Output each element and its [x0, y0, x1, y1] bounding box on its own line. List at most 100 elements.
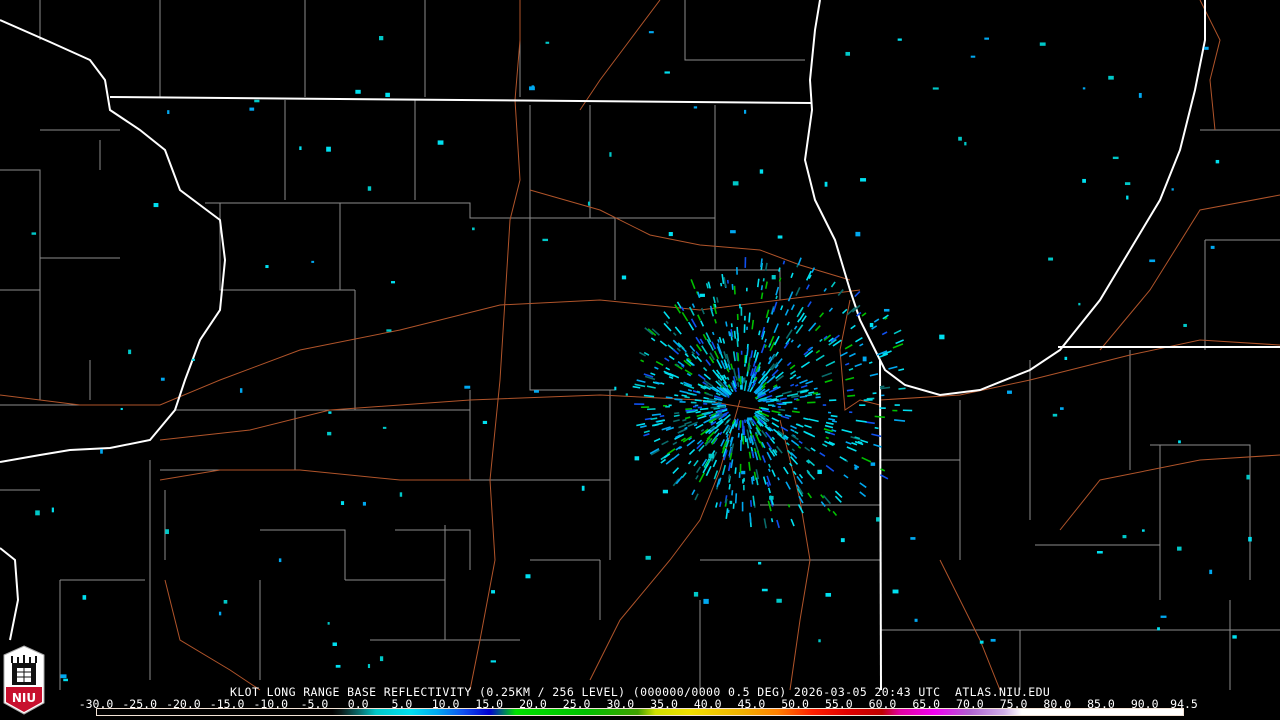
road — [879, 339, 1280, 401]
radar-echo — [1039, 42, 1046, 46]
radar-echo — [789, 364, 796, 370]
radar-echo — [760, 292, 764, 300]
radar-echo — [791, 410, 800, 414]
radar-echo — [730, 459, 734, 469]
radar-echo — [759, 169, 764, 174]
radar-echo — [843, 474, 849, 479]
radar-echo — [841, 308, 848, 315]
radar-echo — [964, 141, 967, 146]
radar-echo — [758, 330, 761, 336]
radar-echo — [771, 436, 776, 441]
radar-echo — [1082, 87, 1086, 90]
radar-echo — [700, 320, 705, 327]
radar-echo — [379, 36, 384, 41]
radar-echo — [734, 493, 738, 504]
radar-echo — [1060, 407, 1064, 410]
radar-echo — [128, 349, 132, 355]
radar-echo — [730, 443, 735, 454]
radar-echo — [810, 447, 816, 452]
radar-echo — [755, 433, 761, 444]
radar-echo — [834, 495, 842, 503]
radar-echo — [778, 408, 786, 412]
radar-echo — [830, 281, 836, 288]
state-boundaries — [0, 0, 1280, 691]
radar-echo — [798, 473, 804, 479]
radar-echo — [752, 495, 756, 506]
radar-echo — [716, 478, 721, 488]
radar-echo — [713, 428, 720, 434]
radar-echo — [694, 493, 699, 501]
radar-echo — [880, 386, 891, 390]
radar-echo — [673, 414, 680, 418]
radar-echo — [686, 439, 696, 447]
radar-echo — [737, 352, 740, 362]
radar-echo — [718, 412, 723, 416]
radar-echo — [824, 430, 831, 435]
radar-echo — [713, 350, 720, 360]
radar-echo — [790, 272, 794, 279]
radar-echo — [239, 388, 243, 393]
radar-echo — [682, 418, 687, 422]
radar-echo — [727, 363, 731, 370]
road — [529, 189, 851, 281]
radar-echo — [153, 203, 159, 208]
road — [164, 579, 261, 691]
radar-echo — [223, 599, 228, 604]
radar-echo — [1108, 75, 1114, 80]
radar-echo — [703, 396, 709, 400]
radar-echo — [760, 407, 769, 411]
road — [939, 559, 1001, 691]
radar-echo — [785, 329, 793, 340]
radar-echo — [712, 459, 718, 468]
radar-echo — [705, 283, 709, 289]
radar-echo — [362, 501, 366, 506]
radar-echo — [851, 442, 858, 446]
radar-echo — [766, 481, 770, 487]
radar-echo — [845, 51, 851, 56]
radar-echo — [778, 277, 782, 282]
radar-echo — [782, 401, 793, 404]
radar-echo — [749, 430, 752, 434]
radar-echo — [939, 334, 945, 340]
radar-echo — [249, 107, 255, 111]
radar-echo — [854, 363, 862, 368]
radar-echo — [771, 469, 776, 477]
radar-echo — [761, 429, 768, 438]
radar-echo — [684, 420, 692, 425]
radar-echo — [685, 407, 693, 411]
radar-echo — [749, 500, 753, 507]
radar-echo — [855, 336, 863, 343]
radar-echo — [747, 417, 752, 421]
radar-echo — [786, 361, 792, 367]
radar-echo — [625, 393, 628, 396]
radar-echo — [763, 518, 767, 529]
radar-echo — [609, 152, 612, 157]
radar-echo — [700, 307, 705, 315]
radar-echo — [693, 423, 698, 427]
radar-echo — [666, 448, 676, 455]
radar-echo — [703, 598, 709, 604]
radar-echo — [699, 293, 705, 297]
radar-echo — [715, 502, 718, 508]
radar-echo — [895, 339, 904, 345]
radar-echo — [744, 435, 747, 443]
radar-echo — [771, 417, 780, 422]
radar-echo — [665, 367, 671, 371]
radar-echo — [736, 338, 739, 347]
radar-echo — [542, 238, 549, 242]
radar-echo — [581, 485, 585, 491]
radar-echo — [650, 372, 656, 376]
radar-echo — [696, 390, 701, 394]
radar-echo — [750, 350, 754, 358]
radar-echo — [705, 392, 714, 397]
radar-echo — [167, 110, 170, 115]
radar-echo — [868, 361, 873, 365]
radar-echo — [865, 421, 875, 425]
radar-echo — [731, 490, 734, 496]
radar-echo — [784, 309, 789, 316]
road — [1199, 0, 1221, 131]
radar-echo — [734, 467, 737, 474]
radar-echo — [840, 538, 845, 543]
radar-echo — [664, 357, 670, 362]
radar-echo — [797, 445, 802, 449]
